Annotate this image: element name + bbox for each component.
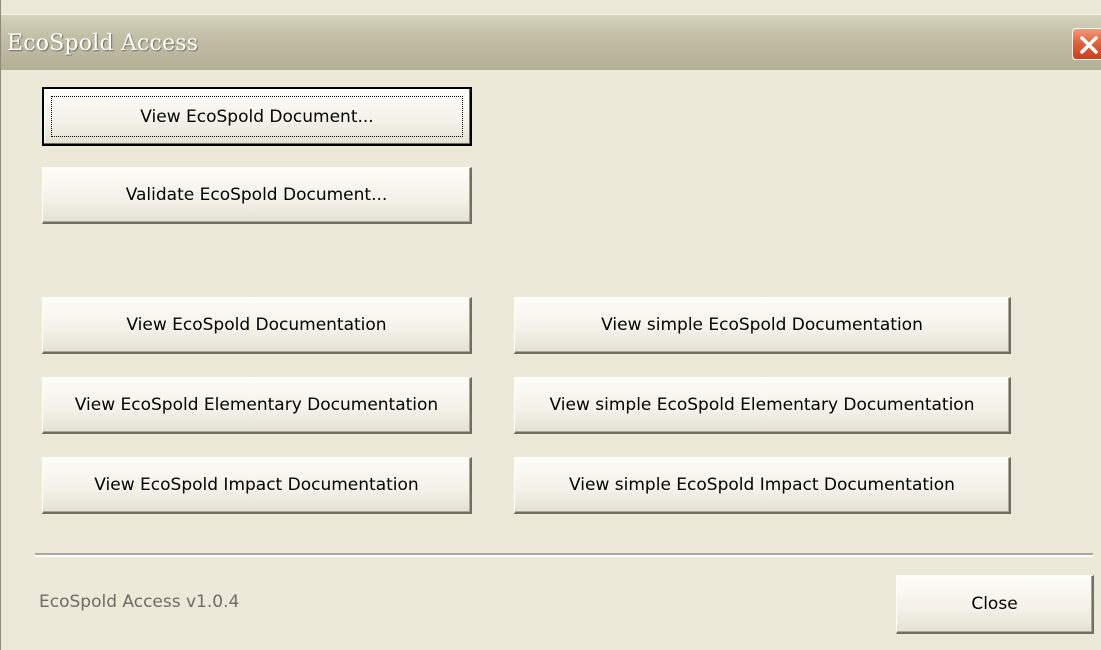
view-simple-ecospold-impact-documentation-button[interactable]: View simple EcoSpold Impact Documentatio… [514,457,1011,514]
footer-separator [35,553,1093,557]
view-ecospold-document-label: View EcoSpold Document... [140,106,374,127]
view-simple-ecospold-documentation-button[interactable]: View simple EcoSpold Documentation [514,297,1011,354]
close-button[interactable]: Close [896,575,1094,634]
title-close-button[interactable] [1072,28,1101,60]
view-simple-ecospold-documentation-label: View simple EcoSpold Documentation [601,315,923,335]
title-bar[interactable]: EcoSpold Access [1,14,1101,70]
close-button-label: Close [971,594,1018,614]
view-simple-ecospold-elementary-documentation-button[interactable]: View simple EcoSpold Elementary Document… [514,377,1011,434]
view-ecospold-impact-documentation-label: View EcoSpold Impact Documentation [94,475,419,495]
close-icon [1080,36,1098,54]
view-ecospold-elementary-documentation-label: View EcoSpold Elementary Documentation [74,395,439,415]
view-ecospold-documentation-button[interactable]: View EcoSpold Documentation [42,297,472,354]
window-title: EcoSpold Access [7,31,199,56]
version-label: EcoSpold Access v1.0.4 [39,592,240,612]
view-ecospold-documentation-label: View EcoSpold Documentation [126,315,387,335]
validate-ecospold-document-label: Validate EcoSpold Document... [125,185,388,205]
validate-ecospold-document-button[interactable]: Validate EcoSpold Document... [42,167,472,224]
view-ecospold-document-button[interactable]: View EcoSpold Document... [42,87,472,146]
view-simple-ecospold-impact-documentation-label: View simple EcoSpold Impact Documentatio… [569,475,955,495]
view-ecospold-impact-documentation-button[interactable]: View EcoSpold Impact Documentation [42,457,472,514]
view-ecospold-elementary-documentation-button[interactable]: View EcoSpold Elementary Documentation [42,377,472,434]
view-simple-ecospold-elementary-documentation-label: View simple EcoSpold Elementary Document… [549,395,975,415]
dialog-window: EcoSpold Access View EcoSpold Document..… [0,0,1101,650]
